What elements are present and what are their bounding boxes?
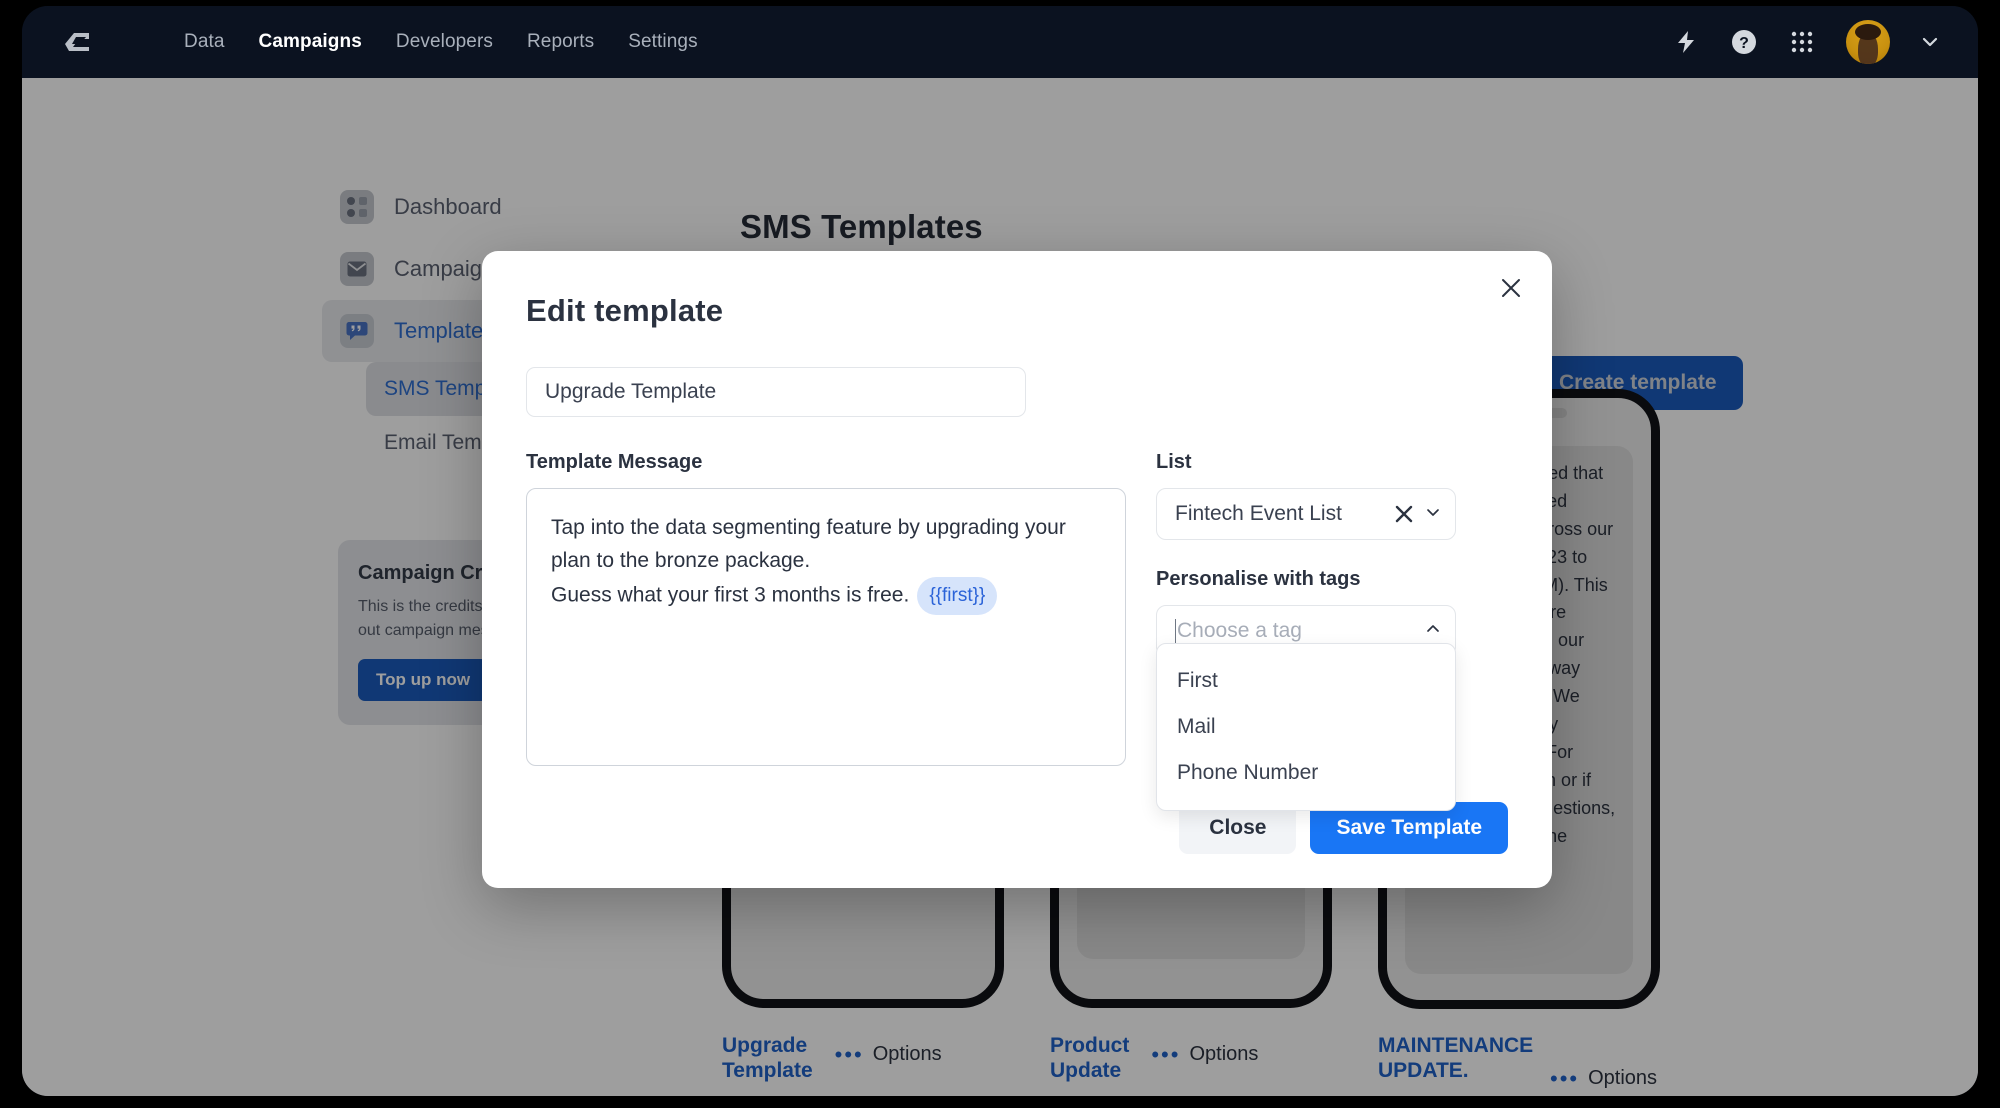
personalise-tags-label: Personalise with tags xyxy=(1156,568,1361,590)
nav-link-data[interactable]: Data xyxy=(184,31,225,53)
list-selected-value: Fintech Event List xyxy=(1175,502,1342,525)
message-line-1: Tap into the data segmenting feature by … xyxy=(551,516,1066,573)
tag-option-phone-number[interactable]: Phone Number xyxy=(1157,750,1455,796)
template-name-input[interactable] xyxy=(526,367,1026,417)
message-line-2: Guess what your first 3 months is free. xyxy=(551,583,910,607)
app-root: Data Campaigns Developers Reports Settin… xyxy=(0,0,2000,1108)
settings-column: List Fintech Event List Personalise with… xyxy=(1156,451,1456,811)
nav-link-reports[interactable]: Reports xyxy=(527,31,594,53)
help-circle-icon[interactable]: ? xyxy=(1730,28,1758,56)
tag-chip-first[interactable]: {{first}} xyxy=(917,577,998,616)
nav-link-settings[interactable]: Settings xyxy=(628,31,697,53)
brand-logo[interactable] xyxy=(50,30,104,54)
nav-actions: ? xyxy=(1672,20,1940,64)
tag-options-dropdown: First Mail Phone Number xyxy=(1156,643,1456,811)
app-frame: Data Campaigns Developers Reports Settin… xyxy=(22,6,1978,1096)
template-message-label: Template Message xyxy=(526,451,703,473)
list-chevron-down-icon[interactable] xyxy=(1425,504,1441,525)
message-column: Template Message Tap into the data segme… xyxy=(526,451,1126,766)
brand-logo-icon xyxy=(62,30,92,54)
tag-select-placeholder: Choose a tag xyxy=(1175,618,1425,644)
tag-chevron-up-icon[interactable] xyxy=(1425,621,1441,642)
primary-nav-links: Data Campaigns Developers Reports Settin… xyxy=(184,31,698,53)
modal-columns: Template Message Tap into the data segme… xyxy=(526,451,1508,811)
apps-grid-icon[interactable] xyxy=(1788,28,1816,56)
list-label: List xyxy=(1156,451,1192,473)
modal-title: Edit template xyxy=(526,293,724,328)
nav-link-developers[interactable]: Developers xyxy=(396,31,493,53)
user-avatar[interactable] xyxy=(1846,20,1890,64)
text-cursor xyxy=(1175,619,1176,644)
edit-template-modal: Edit template Template Message Tap into … xyxy=(482,251,1552,888)
tag-placeholder-text: Choose a tag xyxy=(1177,618,1302,642)
account-chevron-down-icon[interactable] xyxy=(1920,32,1940,52)
list-select[interactable]: Fintech Event List xyxy=(1156,488,1456,540)
top-navigation-bar: Data Campaigns Developers Reports Settin… xyxy=(22,6,1978,78)
svg-text:?: ? xyxy=(1739,35,1749,52)
nav-link-campaigns[interactable]: Campaigns xyxy=(259,31,362,53)
message-line-2-wrap: Guess what your first 3 months is free. {… xyxy=(551,577,1101,616)
tag-option-first[interactable]: First xyxy=(1157,658,1455,704)
tag-option-mail[interactable]: Mail xyxy=(1157,704,1455,750)
lightning-bolt-icon[interactable] xyxy=(1672,28,1700,56)
close-icon[interactable] xyxy=(1496,273,1526,303)
template-message-textarea[interactable]: Tap into the data segmenting feature by … xyxy=(526,488,1126,766)
clear-list-close-icon[interactable] xyxy=(1393,503,1415,525)
